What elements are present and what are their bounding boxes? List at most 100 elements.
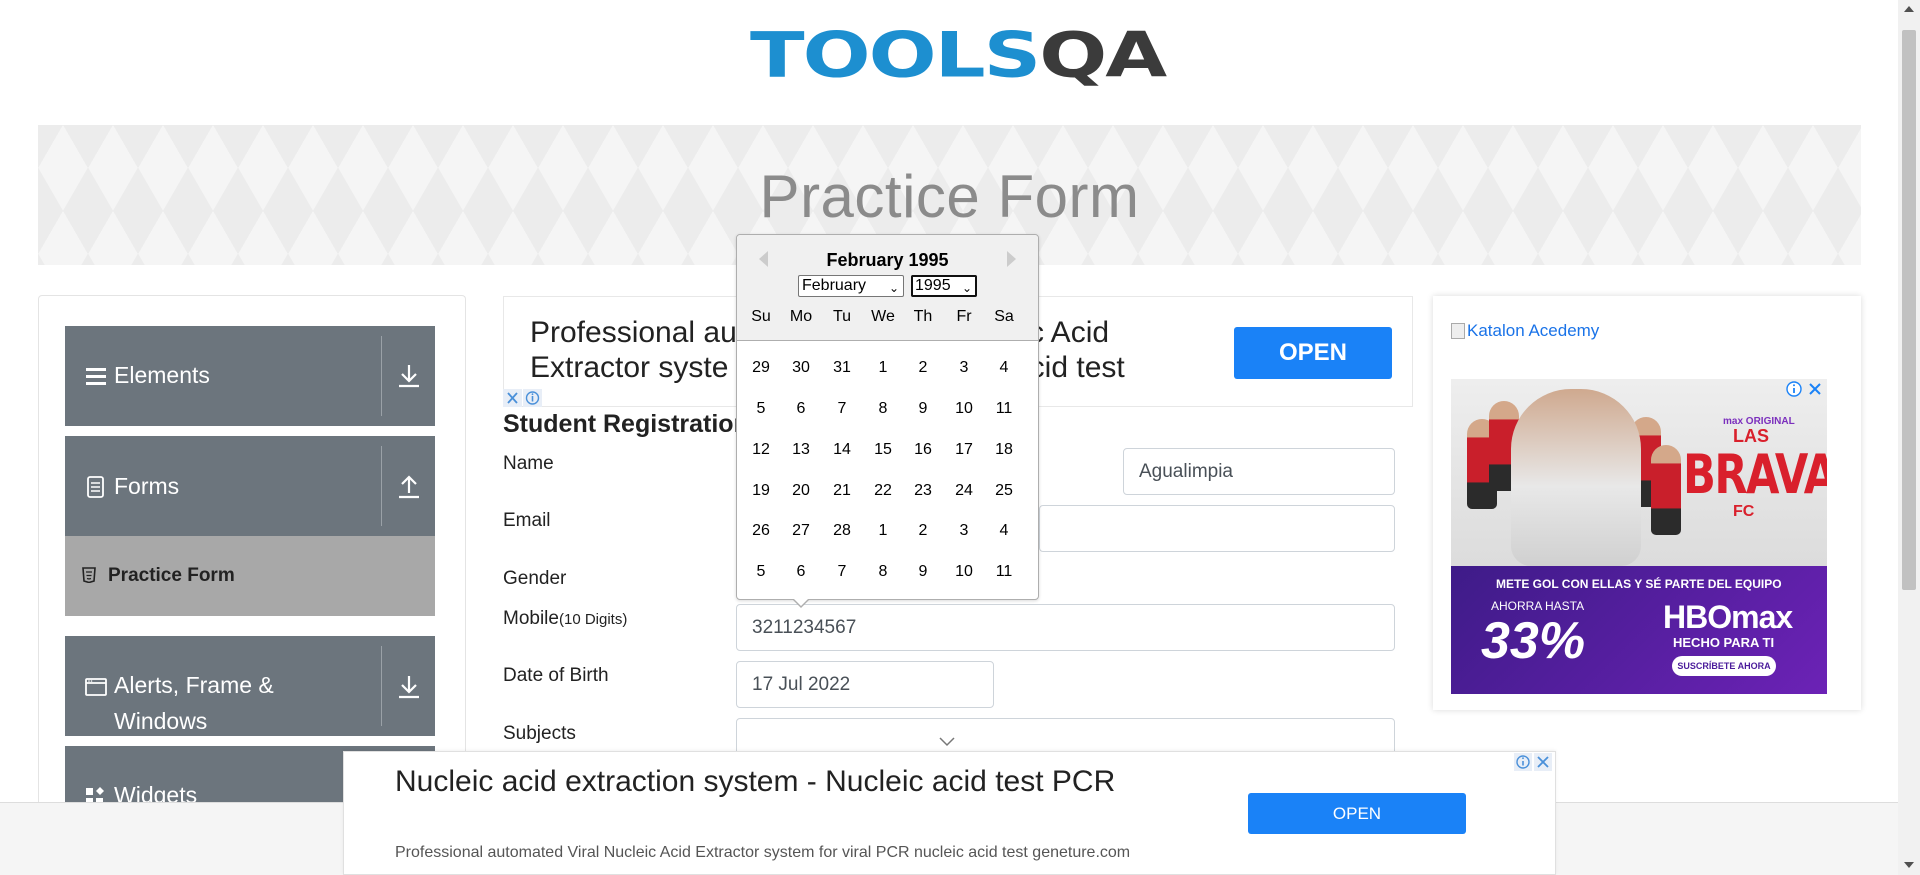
last-name-input[interactable]: Agualimpia — [1123, 448, 1395, 495]
calendar-day[interactable]: 31 — [822, 351, 862, 385]
ad-image-player — [1651, 445, 1681, 535]
calendar-day[interactable]: 1 — [863, 514, 903, 548]
calendar-day[interactable]: 9 — [903, 392, 943, 426]
mobile-hint: (10 Digits) — [558, 611, 628, 628]
download-arrow-icon[interactable] — [396, 674, 422, 700]
mobile-label: Mobile(10 Digits) — [503, 608, 627, 630]
calendar-day[interactable]: 13 — [781, 433, 821, 467]
divider — [381, 336, 382, 416]
calendar-day[interactable]: 28 — [822, 514, 862, 548]
calendar-day[interactable]: 8 — [863, 392, 903, 426]
datepicker-current-month: February 1995 — [826, 250, 949, 270]
scroll-down-icon[interactable] — [1904, 862, 1914, 868]
bottom-ad-open-button[interactable]: OPEN — [1248, 793, 1466, 834]
name-label: Name — [503, 453, 554, 474]
calendar-day[interactable]: 8 — [863, 555, 903, 589]
calendar-day[interactable]: 16 — [903, 433, 943, 467]
calendar-day[interactable]: 9 — [903, 555, 943, 589]
mobile-input[interactable]: 3211234567 — [736, 604, 1395, 651]
datepicker-header: February 1995 February ⌄ 1995 ⌄ Su Mo Tu We Th… — [737, 235, 1038, 341]
calendar-day[interactable]: 4 — [984, 351, 1024, 385]
ad-info-icon[interactable] — [1514, 753, 1532, 771]
calendar-day[interactable]: 6 — [781, 392, 821, 426]
calendar-day[interactable]: 3 — [944, 351, 984, 385]
hbo-max-brand: HBOmax — [1663, 599, 1793, 635]
calendar-day[interactable]: 14 — [822, 433, 862, 467]
calendar-day[interactable]: 26 — [741, 514, 781, 548]
sidebar-group-elements[interactable]: Elements — [65, 326, 435, 426]
month-select[interactable]: February ⌄ — [798, 275, 904, 297]
scroll-up-icon[interactable] — [1904, 6, 1914, 12]
sidebar-item-practice-form[interactable]: Practice Form — [65, 536, 435, 616]
scrollbar-thumb[interactable] — [1902, 30, 1916, 590]
calendar-day[interactable]: 7 — [822, 392, 862, 426]
calendar-day[interactable]: 1 — [863, 351, 903, 385]
email-input[interactable] — [1039, 505, 1395, 552]
calendar-day[interactable]: 17 — [944, 433, 984, 467]
bottom-ad-title: Nucleic acid extraction system - Nucleic… — [395, 765, 1116, 798]
ad-close-icon[interactable] — [503, 389, 543, 407]
ad-info-icon[interactable] — [1785, 380, 1803, 398]
sidebar-group-forms[interactable]: Forms — [65, 436, 435, 536]
subjects-label: Subjects — [503, 723, 576, 744]
calendar-day[interactable]: 6 — [781, 555, 821, 589]
calendar-day[interactable]: 5 — [741, 555, 781, 589]
year-select[interactable]: 1995 ⌄ — [911, 275, 977, 297]
divider — [381, 446, 382, 526]
upload-arrow-icon[interactable] — [396, 474, 422, 500]
email-label: Email — [503, 510, 551, 531]
katalon-link[interactable]: Katalon Acedemy — [1451, 321, 1599, 341]
calendar-day[interactable]: 3 — [944, 514, 984, 548]
calendar-day[interactable]: 10 — [944, 392, 984, 426]
calendar-day[interactable]: 25 — [984, 474, 1024, 508]
page-scrollbar[interactable] — [1898, 0, 1920, 875]
calendar-day[interactable]: 20 — [781, 474, 821, 508]
ad-banner-bottom[interactable]: Nucleic acid extraction system - Nucleic… — [343, 751, 1556, 875]
calendar-day[interactable]: 19 — [741, 474, 781, 508]
calendar-day[interactable]: 11 — [984, 555, 1024, 589]
datepicker-pointer-inner — [793, 598, 809, 606]
subscribe-button[interactable]: SUSCRÍBETE AHORA — [1672, 656, 1776, 676]
calendar-day[interactable]: 24 — [944, 474, 984, 508]
calendar-day[interactable]: 11 — [984, 392, 1024, 426]
calendar-day[interactable]: 5 — [741, 392, 781, 426]
calendar-day[interactable]: 2 — [903, 351, 943, 385]
calendar-day[interactable]: 4 — [984, 514, 1024, 548]
sidebar-group-alerts[interactable]: Alerts, Frame & Windows — [65, 636, 435, 736]
dob-input[interactable]: 17 Jul 2022 — [736, 661, 994, 708]
gender-label: Gender — [503, 568, 567, 589]
ad-close-icon[interactable] — [1534, 753, 1552, 771]
calendar-day[interactable]: 18 — [984, 433, 1024, 467]
calendar-day[interactable]: 23 — [903, 474, 943, 508]
next-month-icon[interactable] — [1007, 251, 1016, 267]
weekday-header: Th — [913, 308, 933, 325]
calendar-day[interactable]: 21 — [822, 474, 862, 508]
hbo-max-ad[interactable]: max ORIGINAL LAS BRAVAS FC METE GOL CON … — [1451, 379, 1827, 694]
calendar-day[interactable]: 27 — [781, 514, 821, 548]
calendar-day[interactable]: 30 — [781, 351, 821, 385]
chevron-down-icon: ⌄ — [888, 281, 899, 295]
chevron-down-icon — [939, 737, 955, 747]
ad-open-button[interactable]: OPEN — [1234, 327, 1392, 379]
calendar-day[interactable]: 2 — [903, 514, 943, 548]
ad-text-line1-right: c Acid — [1029, 316, 1110, 349]
mobile-label-text: Mobile — [503, 608, 559, 629]
calendar-day[interactable]: 12 — [741, 433, 781, 467]
calendar-day[interactable]: 7 — [822, 555, 862, 589]
sidebar-group-label: Alerts, Frame & — [114, 672, 274, 698]
sidebar-group-label: Elements — [114, 362, 210, 388]
calendar-day[interactable]: 10 — [944, 555, 984, 589]
katalon-link-text: Katalon Acedemy — [1467, 321, 1600, 340]
page-title: Practice Form — [759, 163, 1140, 230]
calendar-day[interactable]: 15 — [863, 433, 903, 467]
bottom-ad-subtitle: Professional automated Viral Nucleic Aci… — [395, 844, 1131, 861]
download-arrow-icon[interactable] — [396, 363, 422, 389]
form-title: Student Registration — [503, 410, 749, 438]
ad-sidebar-right[interactable]: Katalon Acedemy max ORIGINAL LAS BRAVAS … — [1433, 296, 1861, 710]
ad-close-icon[interactable] — [1806, 380, 1824, 398]
calendar-day[interactable]: 22 — [863, 474, 903, 508]
hamburger-icon — [86, 368, 106, 385]
toolsqa-logo[interactable]: TOOLSQA — [750, 18, 1167, 113]
divider — [381, 646, 382, 726]
calendar-day[interactable]: 29 — [741, 351, 781, 385]
